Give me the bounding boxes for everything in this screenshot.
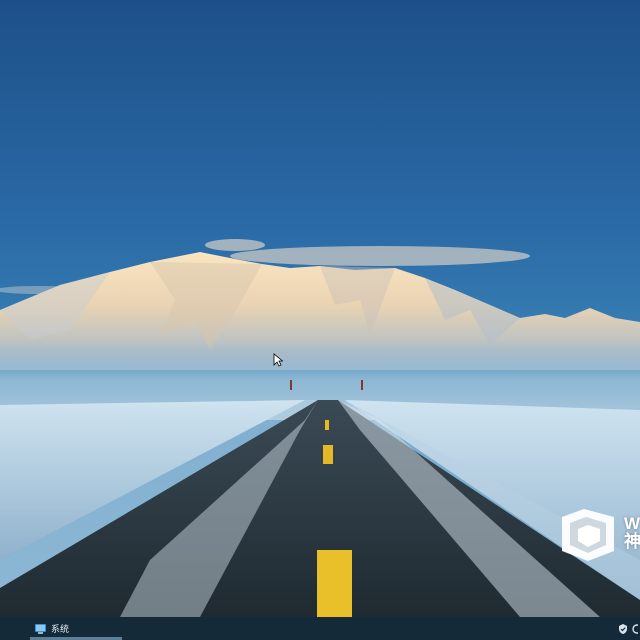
watermark-text-line2: 神 (624, 532, 640, 551)
watermark-text-line1: W (624, 514, 640, 533)
taskbar-item-label: 系统 (51, 625, 70, 635)
system-app-icon (35, 624, 46, 634)
shield-check-icon[interactable] (618, 623, 628, 635)
desktop[interactable]: W 神 系统 (0, 0, 640, 640)
desktop-wallpaper (0, 0, 640, 640)
network-icon[interactable] (632, 623, 638, 635)
mouse-cursor-icon (273, 353, 283, 367)
system-tray (618, 617, 640, 640)
